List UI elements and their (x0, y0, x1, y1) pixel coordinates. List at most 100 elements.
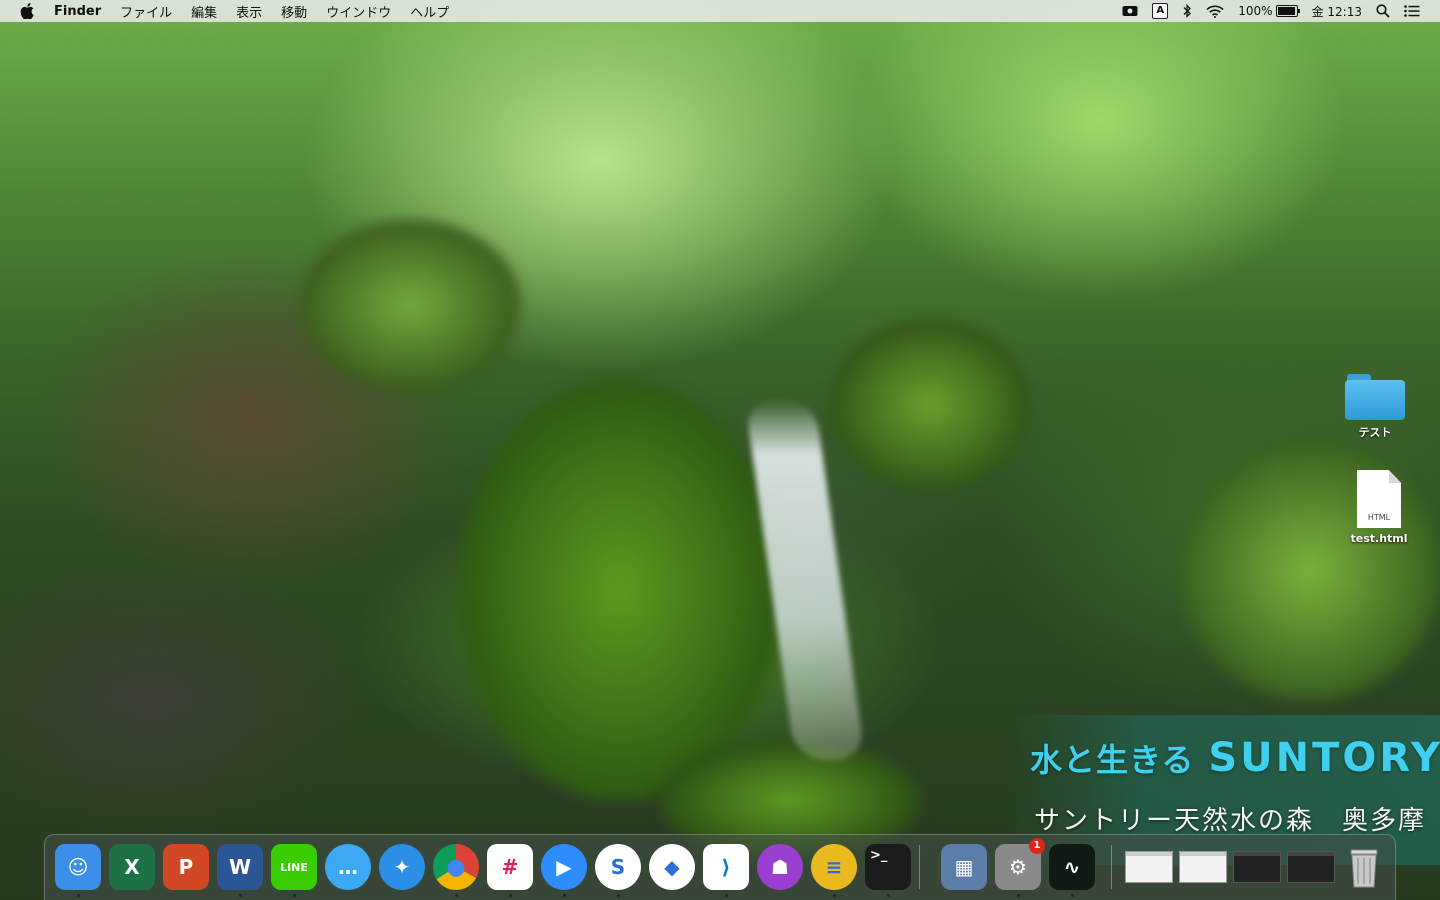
screen-record-icon[interactable] (1122, 5, 1138, 17)
running-indicator (886, 894, 890, 897)
dock-app-zoom[interactable]: ▶ (541, 844, 587, 897)
dock-app-vscode[interactable]: ⟩ (703, 844, 749, 897)
notification-center-icon[interactable] (1404, 5, 1420, 17)
zoom-icon: ▶ (541, 844, 587, 890)
messages-glyph: … (338, 855, 358, 879)
activity-monitor-glyph: ∿ (1063, 855, 1081, 879)
messages-icon: … (325, 844, 371, 890)
battery-fill (1277, 7, 1295, 15)
preview-icon: ▦ (941, 844, 987, 890)
dock-app-activity-monitor[interactable]: ∿ (1049, 844, 1095, 897)
wallpaper-moss-rock (830, 320, 1030, 490)
brand-caption: サントリー天然水の森 奥多摩 (1034, 806, 1427, 836)
dock-minimized-window-thumb-3[interactable] (1233, 844, 1281, 890)
apple-menu-icon[interactable] (20, 3, 34, 19)
app-diamond-icon: ◆ (649, 844, 695, 890)
dock-app-sequel[interactable]: ≡ (811, 844, 857, 897)
battery-status[interactable]: 100% (1238, 4, 1300, 18)
terminal-icon: >_ (865, 844, 911, 890)
slack-glyph: # (501, 855, 519, 879)
desktop-folder-test[interactable]: テスト (1330, 372, 1420, 440)
window-thumbnail (1125, 851, 1173, 883)
sequel-glyph: ≡ (825, 855, 843, 879)
input-source-icon[interactable]: A (1152, 3, 1169, 19)
window-thumbnail (1287, 851, 1335, 883)
dock-app-word[interactable]: W (217, 844, 263, 897)
terminal-glyph: >_ (870, 848, 888, 863)
window-thumbnail (1179, 851, 1227, 883)
dock-app-safari[interactable]: ✦ (379, 844, 425, 890)
dock-app-finder[interactable]: ☺ (55, 844, 101, 897)
bluetooth-icon[interactable] (1182, 4, 1192, 18)
excel-glyph: X (124, 855, 140, 879)
menu-window[interactable]: ウインドウ (326, 2, 391, 21)
running-indicator (76, 894, 80, 897)
word-glyph: W (228, 855, 252, 879)
running-indicator (562, 894, 566, 897)
wallpaper-moss-rock (460, 380, 780, 800)
finder-glyph: ☺ (67, 855, 89, 879)
battery-icon (1275, 5, 1300, 17)
dock-app-messages[interactable]: … (325, 844, 371, 890)
menu-help[interactable]: ヘルプ (410, 2, 449, 21)
menu-file[interactable]: ファイル (120, 2, 172, 21)
word-icon: W (217, 844, 263, 890)
dock-app-terminal[interactable]: >_ (865, 844, 911, 897)
menu-app-finder[interactable]: Finder (54, 4, 101, 19)
window-thumbnail (1233, 851, 1281, 883)
menu-go[interactable]: 移動 (281, 2, 307, 21)
powerpoint-icon: P (163, 844, 209, 890)
wifi-icon[interactable] (1206, 5, 1224, 18)
dock-minimized-window-thumb-2[interactable] (1179, 844, 1227, 890)
running-indicator (616, 894, 620, 897)
dock-trash[interactable] (1341, 844, 1387, 890)
running-indicator (292, 894, 296, 897)
desktop-icon-label: テスト (1358, 426, 1392, 439)
clock[interactable]: 金 12:13 (1312, 3, 1362, 20)
dock-app-preview[interactable]: ▦ (941, 844, 987, 890)
vscode-glyph: ⟩ (721, 855, 731, 879)
spotlight-search-icon[interactable] (1376, 4, 1390, 18)
preview-glyph: ▦ (954, 855, 974, 879)
running-indicator (238, 894, 242, 897)
notification-badge: 1 (1029, 838, 1045, 854)
finder-icon: ☺ (55, 844, 101, 890)
slack-icon: # (487, 844, 533, 890)
app-s-glyph: S (610, 855, 626, 879)
sequel-icon: ≡ (811, 844, 857, 890)
dock-separator (1111, 845, 1112, 889)
zoom-glyph: ▶ (556, 855, 572, 879)
dock-app-chrome[interactable]: ● (433, 844, 479, 897)
desktop-file-test-html[interactable]: HTML test.html (1334, 470, 1424, 545)
running-indicator (508, 894, 512, 897)
chrome-icon: ● (433, 844, 479, 890)
vscode-icon: ⟩ (703, 844, 749, 890)
dock-app-excel[interactable]: X (109, 844, 155, 890)
dock-app-system-preferences[interactable]: ⚙ 1 (995, 838, 1045, 897)
dock-app-app-s[interactable]: S (595, 844, 641, 897)
dock-separator (919, 845, 920, 889)
dock-minimized-window-thumb-4[interactable] (1287, 844, 1335, 890)
system-preferences-glyph: ⚙ (1009, 855, 1027, 879)
github-glyph: ☗ (771, 855, 789, 879)
running-indicator (832, 894, 836, 897)
brand-slogan: 水と生きる SUNTORY (1030, 735, 1440, 781)
app-s-icon: S (595, 844, 641, 890)
dock-app-powerpoint[interactable]: P (163, 844, 209, 890)
running-indicator (454, 894, 458, 897)
desktop-icon-label: test.html (1350, 532, 1408, 545)
menu-edit[interactable]: 編集 (191, 2, 217, 21)
dock-app-slack[interactable]: # (487, 844, 533, 897)
running-indicator (1016, 894, 1020, 897)
safari-glyph: ✦ (393, 855, 411, 879)
dock-app-app-diamond[interactable]: ◆ (649, 844, 695, 890)
doc-ext-label: HTML (1367, 513, 1391, 522)
menu-view[interactable]: 表示 (236, 2, 262, 21)
dock-minimized-window-thumb-1[interactable] (1125, 844, 1173, 890)
dock-app-line[interactable]: LINE (271, 844, 317, 897)
powerpoint-glyph: P (178, 855, 194, 879)
dock-app-github[interactable]: ☗ (757, 844, 803, 890)
app-diamond-glyph: ◆ (664, 855, 680, 879)
running-indicator (1070, 894, 1074, 897)
html-document-icon: HTML (1357, 470, 1401, 528)
